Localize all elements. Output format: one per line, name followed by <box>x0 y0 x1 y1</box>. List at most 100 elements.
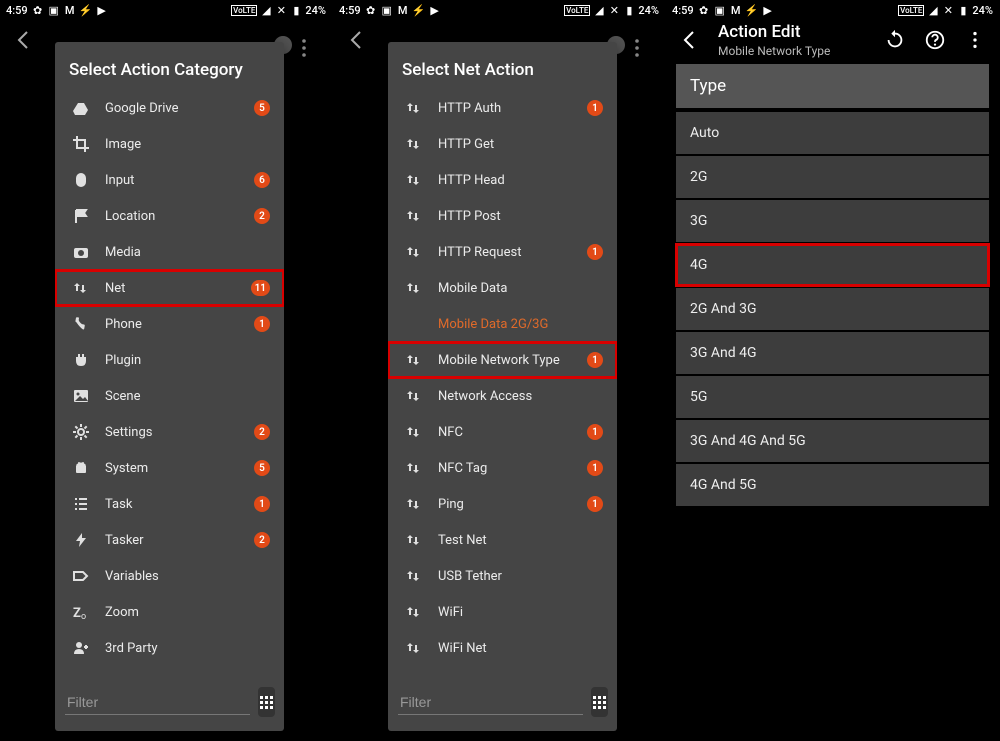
swap-icon <box>402 532 426 548</box>
wifi-icon: ◢ <box>593 4 605 16</box>
screen-2: 4:59 ✿ ▣ M ⚡ ▶ VoLTE ◢ ✕ ▮ 24% Select Ne… <box>333 0 666 741</box>
list-item[interactable]: Mobile Data <box>388 270 617 306</box>
type-option[interactable]: 4G <box>676 244 989 286</box>
list-item[interactable]: NFC Tag1 <box>388 450 617 486</box>
type-option[interactable]: 3G And 4G And 5G <box>676 420 989 462</box>
list-item[interactable]: HTTP Auth1 <box>388 90 617 126</box>
list-item[interactable]: System5 <box>55 450 284 486</box>
swap-icon <box>402 388 426 404</box>
type-option[interactable]: 3G <box>676 200 989 242</box>
list-item[interactable]: Google Drive5 <box>55 90 284 126</box>
item-label: Plugin <box>93 353 270 368</box>
list-item[interactable]: HTTP Post <box>388 198 617 234</box>
swap-icon <box>402 352 426 368</box>
item-label: Mobile Network Type <box>426 353 587 368</box>
list-item[interactable]: Net11 <box>55 270 284 306</box>
battery-icon: ▮ <box>290 4 302 16</box>
list-item[interactable]: WiFi Net <box>388 630 617 666</box>
item-label: Mobile Data 2G/3G <box>426 317 603 332</box>
grid-view-button[interactable] <box>591 687 608 717</box>
mail-icon: M <box>730 4 742 16</box>
type-option[interactable]: 4G And 5G <box>676 464 989 506</box>
menu-overflow-button[interactable] <box>623 34 651 62</box>
list-item[interactable]: Ping1 <box>388 486 617 522</box>
item-label: Location <box>93 209 254 224</box>
list-item[interactable]: Variables <box>55 558 284 594</box>
list-item[interactable]: Mobile Network Type1 <box>388 342 617 378</box>
crop-icon <box>69 136 93 152</box>
back-button[interactable] <box>4 20 44 60</box>
gear-icon <box>69 424 93 440</box>
help-button[interactable] <box>915 20 955 60</box>
list-item[interactable]: Network Access <box>388 378 617 414</box>
count-badge: 1 <box>587 424 603 440</box>
list-item[interactable]: Location2 <box>55 198 284 234</box>
count-badge: 6 <box>254 172 270 188</box>
list-item[interactable]: Phone1 <box>55 306 284 342</box>
menu-overflow-button[interactable] <box>290 34 318 62</box>
type-option[interactable]: Auto <box>676 112 989 154</box>
type-option[interactable]: 2G <box>676 156 989 198</box>
signal-x-icon: ✕ <box>275 4 287 16</box>
list-item[interactable]: Task1 <box>55 486 284 522</box>
list-item: Mobile Data 2G/3G <box>388 306 617 342</box>
count-badge: 1 <box>587 496 603 512</box>
filter-input[interactable] <box>398 690 583 715</box>
type-option[interactable]: 5G <box>676 376 989 418</box>
undo-button[interactable] <box>875 20 915 60</box>
list-item[interactable]: Settings2 <box>55 414 284 450</box>
type-option[interactable]: 3G And 4G <box>676 332 989 374</box>
mail-icon: M <box>64 4 76 16</box>
list-item[interactable]: Image <box>55 126 284 162</box>
item-label: HTTP Post <box>426 209 603 224</box>
gear-icon: ✿ <box>698 4 710 16</box>
list-item[interactable]: USB Tether <box>388 558 617 594</box>
swap-icon <box>402 136 426 152</box>
youtube-icon: ▶ <box>762 4 774 16</box>
list-item[interactable]: HTTP Get <box>388 126 617 162</box>
swap-icon <box>402 604 426 620</box>
back-button[interactable] <box>670 20 710 60</box>
grid-view-button[interactable] <box>258 687 275 717</box>
item-label: NFC <box>426 425 587 440</box>
item-label: HTTP Request <box>426 245 587 260</box>
list-item[interactable]: Tasker2 <box>55 522 284 558</box>
item-label: Phone <box>93 317 254 332</box>
list-item[interactable]: HTTP Head <box>388 162 617 198</box>
list-item[interactable]: Scene <box>55 378 284 414</box>
list-item[interactable]: NFC1 <box>388 414 617 450</box>
filter-input[interactable] <box>65 690 250 715</box>
item-label: Net <box>93 281 251 296</box>
action-category-panel: Select Action Category Google Drive5Imag… <box>55 42 284 731</box>
bolt-icon <box>69 532 93 548</box>
net-action-panel: Select Net Action HTTP Auth1HTTP GetHTTP… <box>388 42 617 731</box>
back-button[interactable] <box>337 20 377 60</box>
count-badge: 1 <box>587 244 603 260</box>
app-icon: ▣ <box>381 4 393 16</box>
swap-icon <box>402 496 426 512</box>
list-item[interactable]: Plugin <box>55 342 284 378</box>
list-item[interactable]: WiFi <box>388 594 617 630</box>
list-item[interactable]: Test Net <box>388 522 617 558</box>
zoom-icon <box>69 604 93 620</box>
swap-icon <box>402 424 426 440</box>
count-badge: 2 <box>254 208 270 224</box>
item-label: Zoom <box>93 605 270 620</box>
list-item[interactable]: Media <box>55 234 284 270</box>
app-icon: ▣ <box>714 4 726 16</box>
bolt-icon: ⚡ <box>80 4 92 16</box>
list-item[interactable]: Zoom <box>55 594 284 630</box>
count-badge: 2 <box>254 532 270 548</box>
list-item[interactable]: Input6 <box>55 162 284 198</box>
type-option[interactable]: 2G And 3G <box>676 288 989 330</box>
plug-icon <box>69 352 93 368</box>
battery-percent: 24% <box>972 4 993 17</box>
item-label: Tasker <box>93 533 254 548</box>
list-item[interactable]: HTTP Request1 <box>388 234 617 270</box>
menu-overflow-button[interactable] <box>955 20 995 60</box>
gear-icon: ✿ <box>32 4 44 16</box>
list-item[interactable]: 3rd Party <box>55 630 284 666</box>
item-label: Task <box>93 497 254 512</box>
mouse-icon <box>69 172 93 188</box>
item-label: Scene <box>93 389 270 404</box>
